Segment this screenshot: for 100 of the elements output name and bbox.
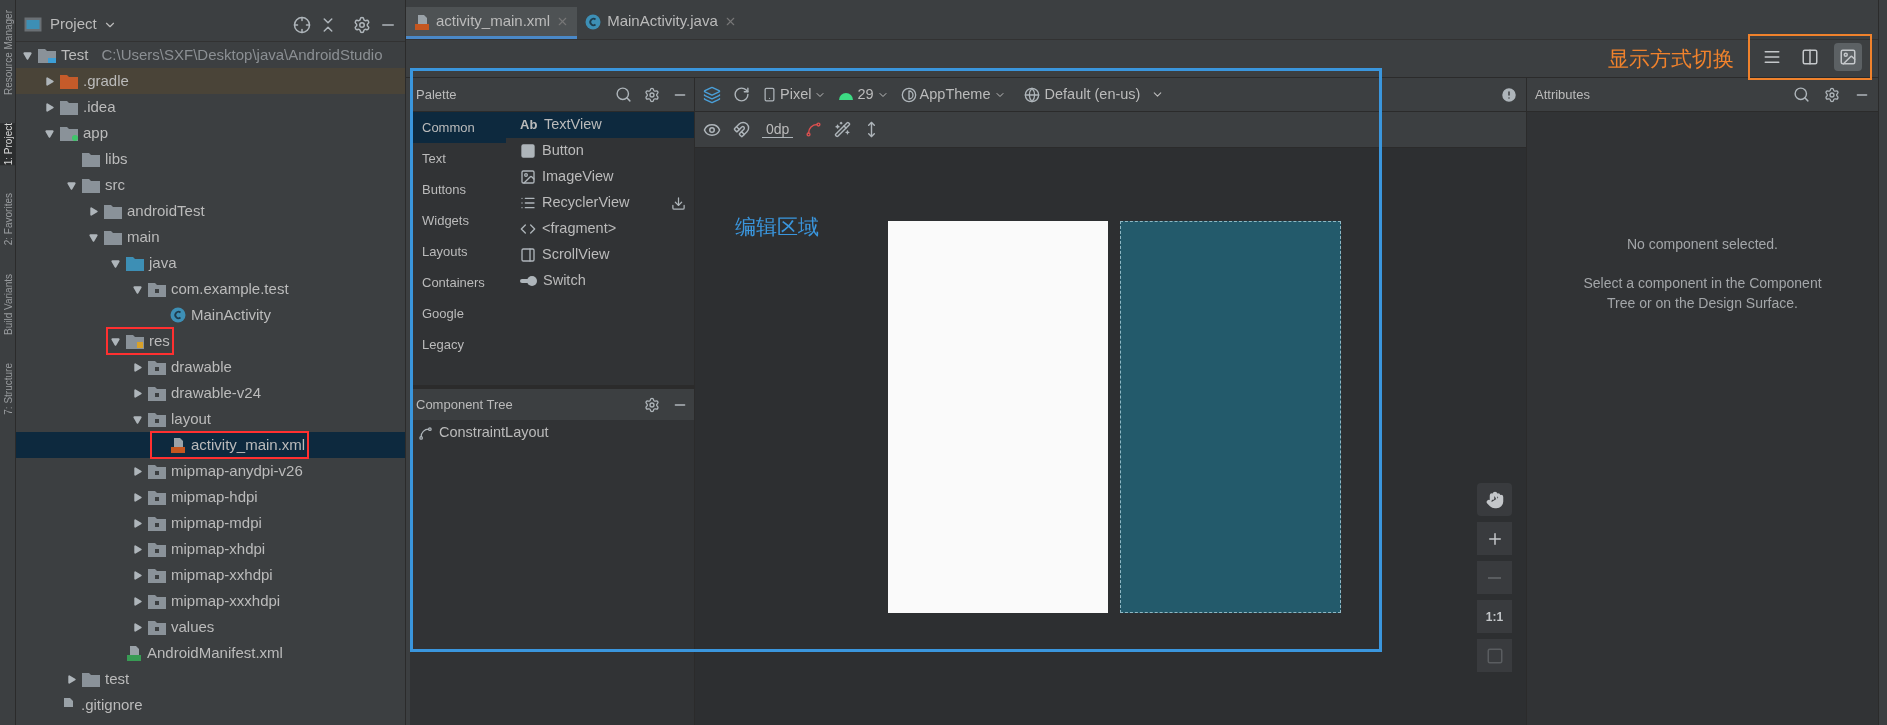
expand-arrow-icon[interactable] — [132, 569, 143, 581]
tool-window-tab[interactable]: 1: Project — [0, 123, 16, 166]
tree-item[interactable]: .idea — [16, 94, 405, 120]
device-dropdown[interactable]: Pixel — [762, 83, 827, 106]
collapse-arrow-icon[interactable] — [132, 413, 143, 425]
search-icon[interactable] — [615, 86, 632, 103]
tool-window-tab[interactable]: 2: Favorites — [0, 193, 16, 246]
zoom-control[interactable] — [1477, 522, 1512, 555]
search-icon[interactable] — [1793, 86, 1810, 103]
collapse-arrow-icon[interactable] — [44, 127, 55, 139]
tree-item[interactable]: src — [16, 172, 405, 198]
tree-item[interactable]: Test C:\Users\SXF\Desktop\java\AndroidStudio — [16, 42, 405, 68]
palette-item[interactable]: Ab TextView — [506, 112, 694, 138]
editor-tab[interactable]: MainActivity.java — [577, 7, 745, 39]
tool-window-tab[interactable]: Resource Manager — [0, 10, 16, 96]
api-level-dropdown[interactable]: 29 — [838, 83, 889, 106]
palette-item[interactable]: Button — [506, 138, 694, 164]
theme-dropdown[interactable]: AppTheme — [900, 83, 1006, 106]
expand-arrow-icon[interactable] — [132, 517, 143, 529]
tree-item[interactable]: activity_main.xml — [16, 432, 405, 458]
palette-category[interactable]: Widgets — [410, 205, 506, 236]
expand-arrow-icon[interactable] — [132, 465, 143, 477]
tree-item[interactable]: .gitignore — [16, 692, 405, 718]
tree-item[interactable]: app — [16, 120, 405, 146]
rotate-icon[interactable] — [733, 86, 750, 103]
tree-item[interactable]: mipmap-xhdpi — [16, 536, 405, 562]
settings-icon[interactable] — [644, 396, 660, 413]
magic-wand-icon[interactable] — [834, 121, 852, 138]
palette-item[interactable]: RecyclerView — [506, 190, 694, 216]
warning-icon[interactable] — [1500, 85, 1518, 104]
palette-category[interactable]: Google — [410, 298, 506, 329]
tree-item-label: .idea — [83, 96, 116, 117]
palette-category[interactable]: Legacy — [410, 329, 506, 360]
tree-item[interactable]: res — [16, 328, 405, 354]
collapse-arrow-icon[interactable] — [66, 179, 77, 191]
locale-dropdown[interactable]: Default (en-us) — [1023, 83, 1165, 106]
expand-arrow-icon[interactable] — [44, 75, 55, 87]
tree-item[interactable]: mipmap-xxhdpi — [16, 562, 405, 588]
palette-item[interactable]: Switch — [506, 268, 694, 294]
tree-item[interactable]: mipmap-xxxhdpi — [16, 588, 405, 614]
tree-item[interactable]: layout — [16, 406, 405, 432]
collapse-arrow-icon[interactable] — [132, 283, 143, 295]
palette-item[interactable]: <fragment> — [506, 216, 694, 242]
tool-window-tab[interactable]: 7: Structure — [0, 362, 16, 415]
palette-item[interactable]: ScrollView — [506, 242, 694, 268]
tree-item[interactable]: main — [16, 224, 405, 250]
tree-item[interactable]: MainActivity — [16, 302, 405, 328]
expand-arrow-icon[interactable] — [132, 387, 143, 399]
palette-category[interactable]: Text — [410, 143, 506, 174]
settings-icon[interactable] — [353, 15, 371, 34]
editor-tab[interactable]: activity_main.xml — [406, 7, 578, 39]
expand-arrow-icon[interactable] — [132, 361, 143, 373]
palette-category[interactable]: Containers — [410, 267, 506, 298]
tree-item[interactable]: mipmap-anydpi-v26 — [16, 458, 405, 484]
component-tree-item[interactable]: ConstraintLayout — [410, 420, 694, 446]
expand-arrow-icon[interactable] — [66, 673, 77, 685]
expand-arrow-icon[interactable] — [132, 543, 143, 555]
expand-arrow-icon[interactable] — [132, 595, 143, 607]
collapse-arrow-icon[interactable] — [88, 231, 99, 243]
tree-item[interactable]: values — [16, 614, 405, 640]
zoom-control[interactable] — [1477, 483, 1512, 516]
clear-constraints-icon[interactable] — [805, 121, 823, 138]
palette-item[interactable]: ImageView — [506, 164, 694, 190]
tool-window-tab[interactable]: Build Variants — [0, 273, 16, 335]
tree-item[interactable]: .gradle — [16, 68, 405, 94]
locate-icon[interactable] — [293, 15, 311, 34]
collapse-arrow-icon[interactable] — [22, 49, 33, 61]
margin-field[interactable]: 0dp — [762, 121, 794, 138]
expand-arrow-icon[interactable] — [132, 621, 143, 633]
tree-item[interactable]: mipmap-mdpi — [16, 510, 405, 536]
empty-state-title: No component selected. — [1627, 235, 1778, 254]
download-icon[interactable] — [671, 195, 686, 211]
zoom-control[interactable]: 1:1 — [1477, 600, 1512, 633]
tree-item[interactable]: drawable — [16, 354, 405, 380]
project-view-dropdown[interactable]: Project — [50, 13, 117, 36]
settings-icon[interactable] — [1824, 86, 1840, 103]
widget-label: RecyclerView — [542, 193, 631, 213]
tree-item[interactable]: AndroidManifest.xml — [16, 640, 405, 666]
collapse-arrow-icon[interactable] — [110, 257, 121, 269]
tree-item-label: com.example.test — [171, 278, 289, 299]
layers-icon[interactable] — [703, 85, 721, 104]
tree-item[interactable]: com.example.test — [16, 276, 405, 302]
collapse-arrow-icon[interactable] — [110, 335, 121, 347]
tree-item[interactable]: test — [16, 666, 405, 692]
tree-item-label: mipmap-xxxhdpi — [171, 590, 281, 611]
palette-category[interactable]: Common — [410, 112, 506, 143]
tree-item[interactable]: mipmap-hdpi — [16, 484, 405, 510]
expand-arrow-icon[interactable] — [88, 205, 99, 217]
palette-category[interactable]: Buttons — [410, 174, 506, 205]
settings-icon[interactable] — [644, 86, 660, 103]
magnet-icon[interactable] — [733, 121, 750, 138]
expand-arrow-icon[interactable] — [132, 491, 143, 503]
expand-arrow-icon[interactable] — [44, 101, 55, 113]
palette-category[interactable]: Layouts — [410, 236, 506, 267]
view-mode-button[interactable] — [1834, 42, 1862, 71]
tree-item[interactable]: libs — [16, 146, 405, 172]
tree-item[interactable]: androidTest — [16, 198, 405, 224]
tree-item[interactable]: java — [16, 250, 405, 276]
button-widget-icon — [520, 143, 536, 159]
tree-item[interactable]: drawable-v24 — [16, 380, 405, 406]
